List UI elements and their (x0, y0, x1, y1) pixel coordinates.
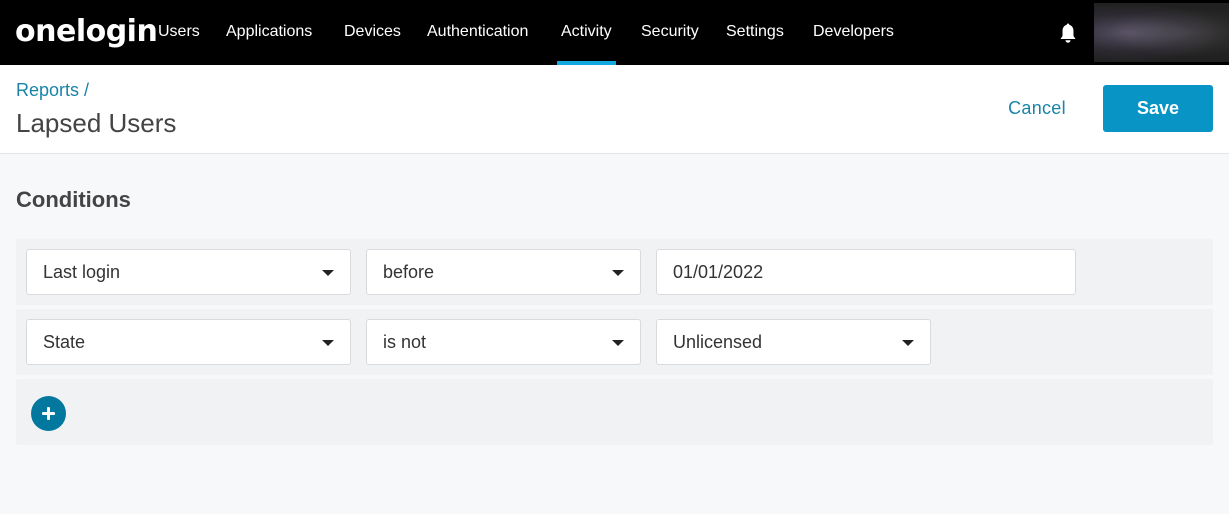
add-condition-button[interactable] (31, 396, 66, 431)
condition-operator-value: before (383, 262, 435, 282)
page-title: Lapsed Users (16, 108, 177, 138)
condition-date-value: 01/01/2022 (673, 262, 764, 282)
condition-date-input[interactable]: 01/01/2022 (656, 249, 1076, 295)
top-nav: onelogin Users Applications Devices Auth… (0, 0, 1229, 65)
condition-value-value: Unlicensed (673, 332, 763, 352)
onelogin-logo[interactable]: onelogin (15, 14, 158, 49)
condition-operator-select[interactable]: is not (366, 319, 641, 365)
condition-field-select[interactable]: Last login (26, 249, 351, 295)
nav-item-authentication[interactable]: Authentication (427, 0, 528, 65)
nav-item-settings[interactable]: Settings (726, 0, 784, 65)
nav-item-devices[interactable]: Devices (344, 0, 401, 65)
nav-item-developers[interactable]: Developers (813, 0, 894, 65)
chevron-down-icon (612, 270, 624, 276)
nav-item-security[interactable]: Security (641, 0, 699, 65)
condition-operator-value: is not (383, 332, 427, 352)
bell-icon[interactable] (1058, 22, 1078, 44)
chevron-down-icon (322, 270, 334, 276)
condition-field-select[interactable]: State (26, 319, 351, 365)
nav-item-users[interactable]: Users (158, 0, 200, 65)
page-header: Reports / Lapsed Users Cancel Save (0, 65, 1229, 154)
add-condition-row (16, 379, 1213, 445)
cancel-button[interactable]: Cancel (998, 85, 1076, 131)
chevron-down-icon (322, 340, 334, 346)
nav-item-applications[interactable]: Applications (226, 0, 312, 65)
condition-operator-select[interactable]: before (366, 249, 641, 295)
condition-row: State is not Unlicensed (16, 309, 1213, 375)
condition-field-value: State (43, 332, 86, 352)
condition-row: Last login before 01/01/2022 (16, 239, 1213, 305)
conditions-heading: Conditions (16, 187, 131, 212)
chevron-down-icon (902, 340, 914, 346)
user-menu-avatar[interactable] (1094, 3, 1229, 62)
condition-field-value: Last login (43, 262, 121, 282)
save-button[interactable]: Save (1103, 85, 1213, 132)
chevron-down-icon (612, 340, 624, 346)
breadcrumb-reports[interactable]: Reports / (16, 80, 89, 101)
nav-item-activity[interactable]: Activity (557, 0, 616, 65)
condition-value-select[interactable]: Unlicensed (656, 319, 931, 365)
